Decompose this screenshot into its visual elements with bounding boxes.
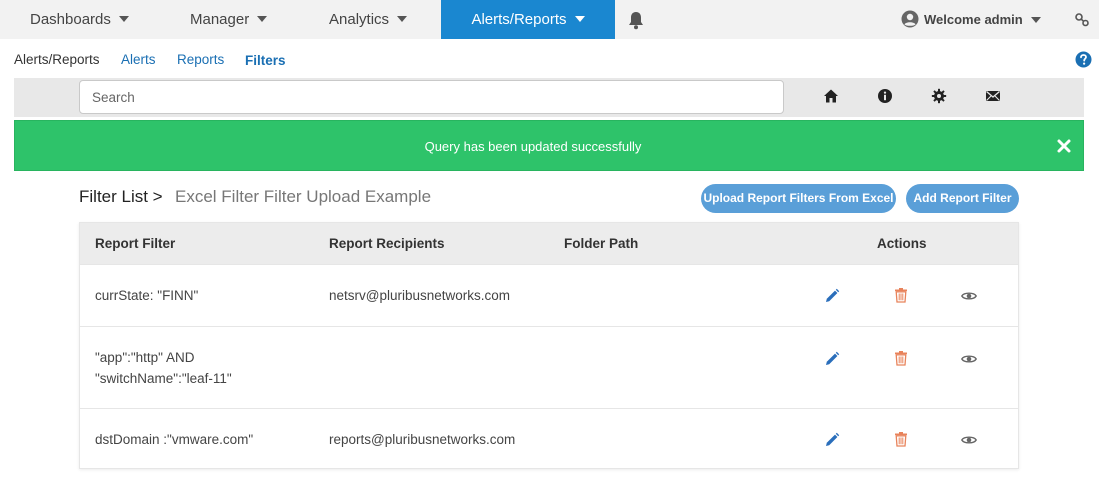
filter-table: Report Filter Report Recipients Folder P… xyxy=(79,222,1019,469)
success-alert: Query has been updated successfully xyxy=(14,120,1084,171)
breadcrumb-reports-link[interactable]: Reports xyxy=(177,52,224,67)
table-header: Report Filter Report Recipients Folder P… xyxy=(80,223,1018,264)
top-navbar: Dashboards Manager Analytics Alerts/Repo… xyxy=(0,0,1099,39)
bell-icon[interactable] xyxy=(626,10,646,30)
trash-icon[interactable] xyxy=(893,350,909,366)
nav-alerts-reports[interactable]: Alerts/Reports xyxy=(441,0,615,39)
upload-report-filters-button[interactable]: Upload Report Filters From Excel xyxy=(701,184,896,213)
cell-report-filter: currState: "FINN" xyxy=(95,288,199,303)
edit-pencil-icon[interactable] xyxy=(824,432,840,448)
nav-manager-label: Manager xyxy=(190,11,250,28)
network-settings-icon[interactable] xyxy=(1074,12,1090,28)
nav-alerts-reports-label: Alerts/Reports xyxy=(471,11,567,28)
trash-icon[interactable] xyxy=(893,287,909,303)
eye-icon[interactable] xyxy=(961,351,977,367)
eye-icon[interactable] xyxy=(961,432,977,448)
breadcrumb-filters-link[interactable]: Filters xyxy=(245,53,286,68)
search-input[interactable] xyxy=(79,80,784,114)
table-row: currState: "FINN" netsrv@pluribusnetwork… xyxy=(80,264,1018,326)
table-row: dstDomain :"vmware.com" reports@pluribus… xyxy=(80,408,1018,468)
close-icon[interactable] xyxy=(1056,138,1072,154)
cell-report-filter-line: "switchName":"leaf-11" xyxy=(95,371,232,386)
user-menu[interactable]: Welcome admin xyxy=(901,0,1041,39)
chevron-down-icon xyxy=(574,16,585,23)
cell-report-filter-line: "app":"http" AND xyxy=(95,350,195,365)
eye-icon[interactable] xyxy=(961,288,977,304)
edit-pencil-icon[interactable] xyxy=(824,351,840,367)
mail-icon[interactable] xyxy=(985,88,1001,104)
filter-list-title: Filter List > xyxy=(79,187,163,206)
chevron-down-icon xyxy=(397,16,408,23)
gear-icon[interactable] xyxy=(931,88,947,104)
breadcrumb-root: Alerts/Reports xyxy=(14,52,100,67)
chevron-down-icon xyxy=(118,16,129,23)
user-avatar-icon xyxy=(901,10,919,28)
nav-analytics-label: Analytics xyxy=(329,11,390,28)
table-row: "app":"http" AND "switchName":"leaf-11" xyxy=(80,326,1018,408)
nav-dashboards[interactable]: Dashboards xyxy=(30,0,129,39)
chevron-down-icon xyxy=(257,16,268,23)
trash-icon[interactable] xyxy=(893,431,909,447)
filter-list-subtitle: Excel Filter Filter Upload Example xyxy=(175,187,432,206)
add-report-filter-button[interactable]: Add Report Filter xyxy=(906,184,1019,213)
cell-report-recipients: netsrv@pluribusnetworks.com xyxy=(329,288,511,303)
column-header-report-recipients: Report Recipients xyxy=(329,236,445,251)
edit-pencil-icon[interactable] xyxy=(824,288,840,304)
alert-message: Query has been updated successfully xyxy=(424,139,642,154)
breadcrumb-alerts-link[interactable]: Alerts xyxy=(121,52,156,67)
cell-report-filter: dstDomain :"vmware.com" xyxy=(95,432,254,447)
home-icon[interactable] xyxy=(823,88,839,104)
column-header-folder-path: Folder Path xyxy=(564,236,639,251)
column-header-report-filter: Report Filter xyxy=(95,236,176,251)
toolbar xyxy=(14,78,1084,117)
cell-report-filter: "app":"http" AND "switchName":"leaf-11" xyxy=(95,347,232,389)
help-icon[interactable] xyxy=(1075,51,1092,68)
nav-analytics[interactable]: Analytics xyxy=(329,0,408,39)
info-icon[interactable] xyxy=(877,88,893,104)
nav-manager[interactable]: Manager xyxy=(190,0,268,39)
column-header-actions: Actions xyxy=(877,236,927,251)
welcome-label: Welcome admin xyxy=(924,12,1023,27)
cell-report-recipients: reports@pluribusnetworks.com xyxy=(329,432,516,447)
nav-dashboards-label: Dashboards xyxy=(30,11,111,28)
chevron-down-icon xyxy=(1030,16,1041,23)
